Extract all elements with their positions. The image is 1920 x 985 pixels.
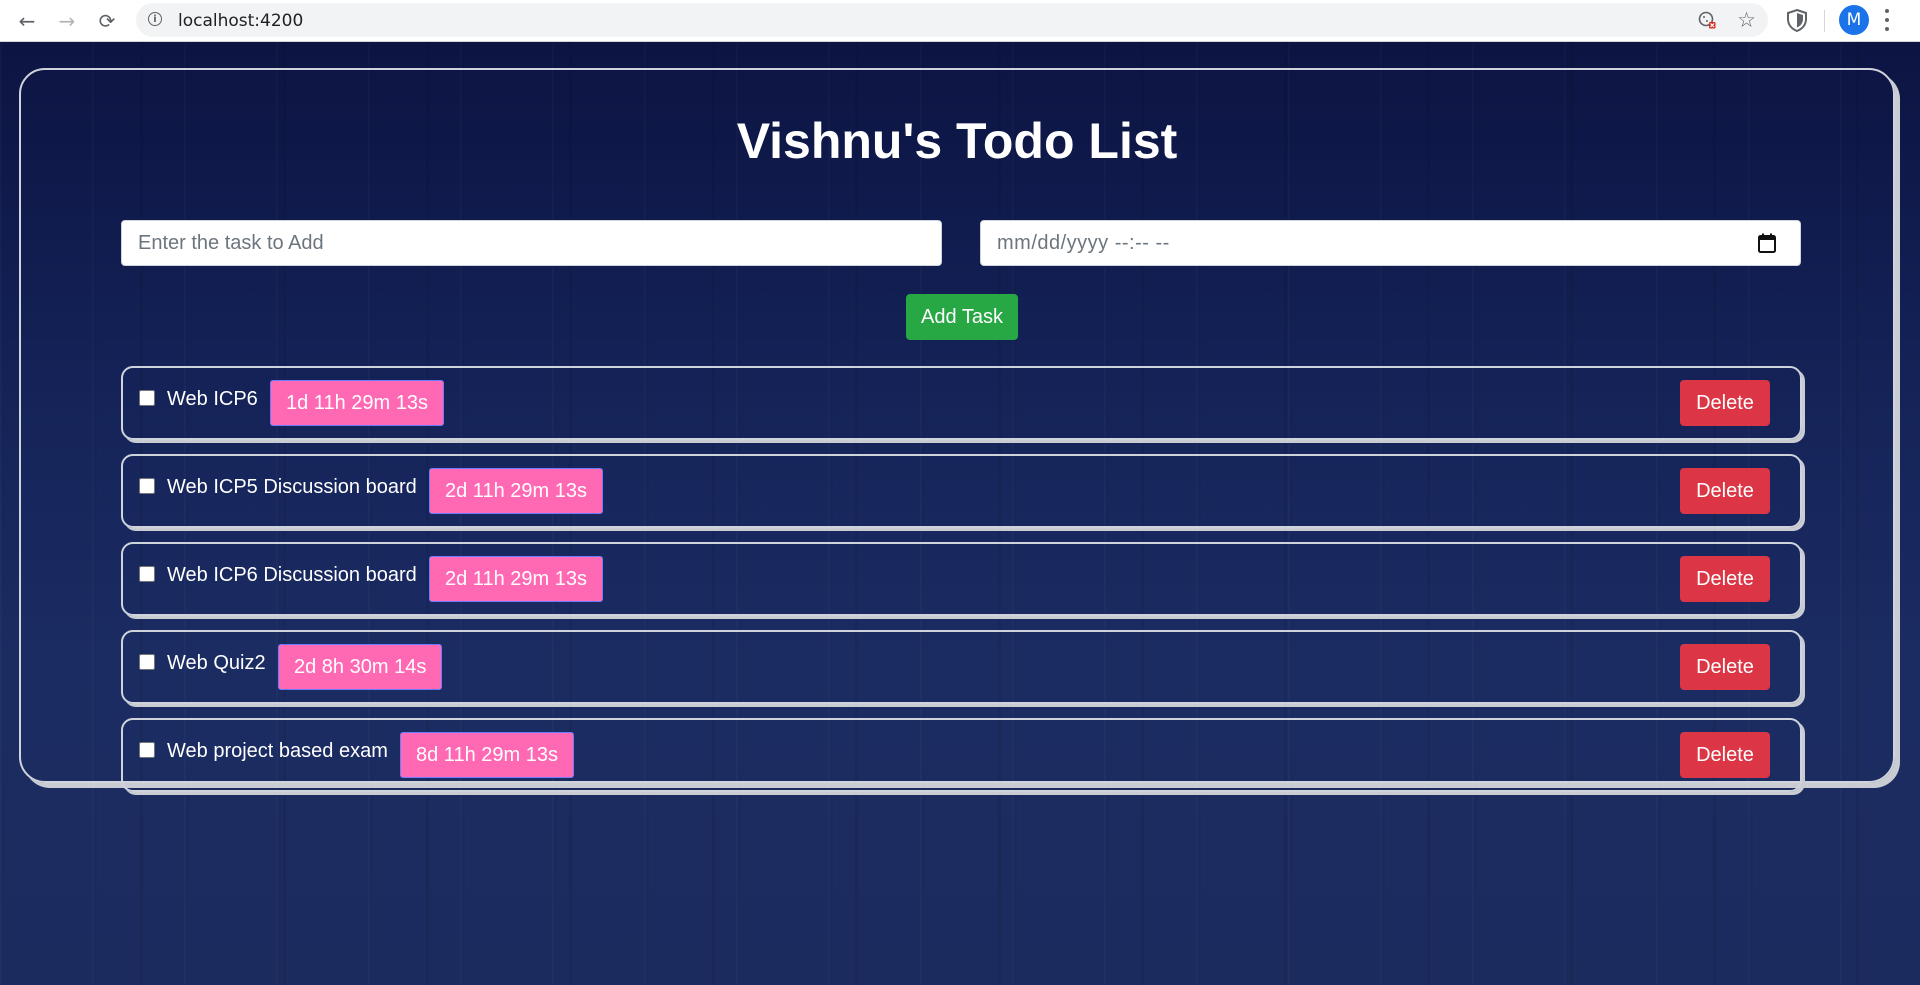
profile-avatar[interactable]: M — [1839, 5, 1869, 35]
reload-icon[interactable]: ⟳ — [92, 6, 122, 36]
task-list: Web ICP6 1d 11h 29m 13s Delete Web ICP5 … — [121, 366, 1802, 806]
shield-extension-icon[interactable] — [1786, 8, 1808, 32]
task-row: Web ICP5 Discussion board 2d 11h 29m 13s… — [121, 454, 1802, 528]
countdown-badge: 2d 8h 30m 14s — [278, 644, 443, 690]
task-checkbox[interactable] — [139, 478, 155, 494]
address-bar[interactable]: i localhost:4200 ☆ — [136, 3, 1768, 37]
page-background: Vishnu's Todo List mm/dd/yyyy --:-- -- A… — [0, 42, 1920, 985]
task-row: Web ICP6 1d 11h 29m 13s Delete — [121, 366, 1802, 440]
delete-button[interactable]: Delete — [1680, 732, 1770, 778]
bookmark-star-icon[interactable]: ☆ — [1737, 8, 1756, 32]
back-icon[interactable]: ← — [12, 6, 42, 36]
task-checkbox[interactable] — [139, 566, 155, 582]
delete-button[interactable]: Delete — [1680, 468, 1770, 514]
task-name: Web ICP6 Discussion board — [167, 564, 417, 586]
url-text[interactable]: localhost:4200 — [178, 11, 303, 31]
task-row: Web ICP6 Discussion board 2d 11h 29m 13s… — [121, 542, 1802, 616]
date-placeholder: mm/dd/yyyy --:-- -- — [997, 231, 1170, 254]
task-checkbox[interactable] — [139, 390, 155, 406]
due-date-input[interactable]: mm/dd/yyyy --:-- -- — [980, 220, 1801, 266]
task-checkbox[interactable] — [139, 742, 155, 758]
task-name: Web project based exam — [167, 740, 388, 762]
toolbar-divider — [1824, 10, 1825, 32]
page-title: Vishnu's Todo List — [736, 113, 1178, 169]
forward-icon[interactable]: → — [52, 6, 82, 36]
delete-button[interactable]: Delete — [1680, 380, 1770, 426]
countdown-badge: 2d 11h 29m 13s — [429, 468, 603, 514]
task-input[interactable] — [121, 220, 942, 266]
calendar-icon[interactable] — [1758, 233, 1776, 253]
blocked-cookie-icon[interactable] — [1698, 11, 1716, 29]
countdown-badge: 8d 11h 29m 13s — [400, 732, 574, 778]
delete-button[interactable]: Delete — [1680, 644, 1770, 690]
browser-menu-icon[interactable] — [1884, 9, 1890, 31]
countdown-badge: 2d 11h 29m 13s — [429, 556, 603, 602]
browser-toolbar: ← → ⟳ i localhost:4200 ☆ M — [0, 0, 1920, 42]
countdown-badge: 1d 11h 29m 13s — [270, 380, 444, 426]
delete-button[interactable]: Delete — [1680, 556, 1770, 602]
todo-card: Vishnu's Todo List mm/dd/yyyy --:-- -- A… — [19, 68, 1895, 792]
site-info-icon[interactable]: i — [148, 12, 162, 26]
task-name: Web ICP5 Discussion board — [167, 476, 417, 498]
task-checkbox[interactable] — [139, 654, 155, 670]
task-name: Web ICP6 — [167, 388, 258, 410]
task-name: Web Quiz2 — [167, 652, 266, 674]
add-task-button[interactable]: Add Task — [906, 294, 1018, 340]
task-row: Web Quiz2 2d 8h 30m 14s Delete — [121, 630, 1802, 704]
task-row: Web project based exam 8d 11h 29m 13s De… — [121, 718, 1802, 792]
